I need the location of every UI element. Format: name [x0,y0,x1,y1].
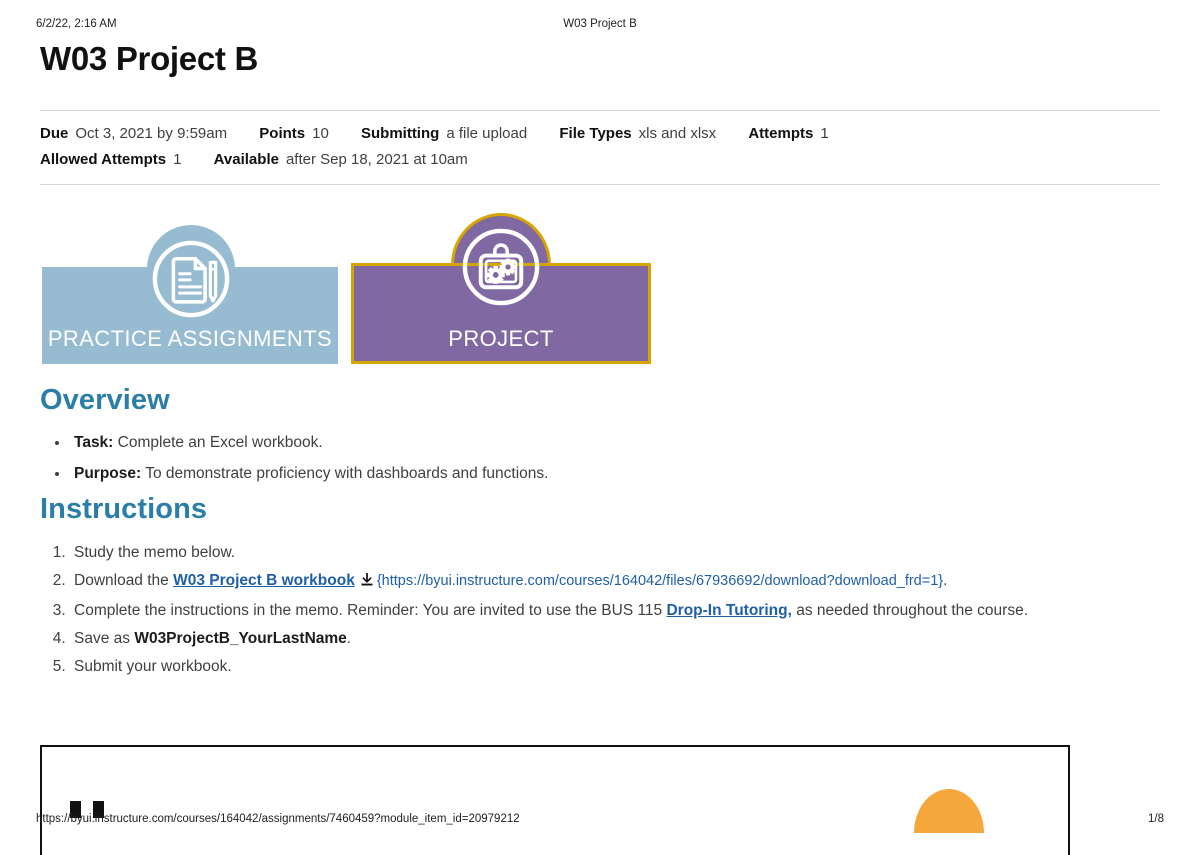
list-item: Purpose: To demonstrate proficiency with… [70,461,970,487]
print-document-title: W03 Project B [0,18,1200,30]
instructions-heading: Instructions [40,493,207,526]
print-footer: https://byui.instructure.com/courses/164… [0,813,1200,829]
overview-task-text: Complete an Excel workbook. [118,434,323,451]
drop-in-tutoring-link[interactable]: Drop-In Tutoring, [666,602,791,619]
download-icon [360,570,374,596]
page-title: W03 Project B [40,40,258,78]
instruction-step-3-suffix: as needed throughout the course. [792,602,1028,619]
instruction-step-2-prefix: Download the [74,572,173,589]
document-pencil-icon [147,235,235,323]
metadata-points-label: Points [259,125,305,142]
overview-heading: Overview [40,384,170,417]
briefcase-gears-icon [457,223,545,311]
metadata-file-types: File Types xls and xlsx [559,121,716,147]
instruction-step-5: Submit your workbook. [74,658,232,675]
practice-tile-label: PRACTICE ASSIGNMENTS [42,326,338,352]
metadata-file-types-label: File Types [559,125,631,142]
metadata-submitting-value: a file upload [446,125,527,142]
instruction-step-2-suffix: . [943,572,947,589]
instructions-list: Study the memo below. Download the W03 P… [40,540,1105,682]
workbook-download-url: {https://byui.instructure.com/courses/16… [377,573,943,589]
metadata-allowed-attempts-value: 1 [173,151,181,168]
metadata-due-label: Due [40,125,68,142]
metadata-available-label: Available [214,151,279,168]
overview-purpose-label: Purpose: [74,465,141,482]
instruction-step-1: Study the memo below. [74,544,235,561]
instruction-step-4-filename: W03ProjectB_YourLastName [134,630,346,647]
metadata-due: Due Oct 3, 2021 by 9:59am [40,121,227,147]
metadata-due-value: Oct 3, 2021 by 9:59am [75,125,227,142]
instruction-step-4-prefix: Save as [74,630,134,647]
instruction-step-3-prefix: Complete the instructions in the memo. R… [74,602,666,619]
metadata-submitting-label: Submitting [361,125,439,142]
metadata-attempts-label: Attempts [748,125,813,142]
overview-purpose-text: To demonstrate proficiency with dashboar… [145,465,548,482]
category-banner: PRACTICE ASSIGNMENTS [42,212,742,364]
metadata-allowed-attempts-label: Allowed Attempts [40,151,166,168]
metadata-attempts-value: 1 [820,125,828,142]
list-item: Study the memo below. [70,540,1105,566]
metadata-row: Due Oct 3, 2021 by 9:59am Points 10 Submit… [40,121,1160,147]
banner-tile-project[interactable]: PROJECT [351,213,651,364]
metadata-available: Available after Sep 18, 2021 at 10am [214,147,468,173]
list-item: Complete the instructions in the memo. R… [70,598,1105,624]
metadata-row: Allowed Attempts 1 Available after Sep 18,… [40,147,1160,173]
metadata-points-value: 10 [312,125,329,142]
list-item: Task: Complete an Excel workbook. [70,430,970,456]
print-footer-url: https://byui.instructure.com/courses/164… [36,813,520,825]
metadata-submitting: Submitting a file upload [361,121,527,147]
memo-box [40,745,1070,855]
metadata-attempts: Attempts 1 [748,121,828,147]
list-item: Submit your workbook. [70,654,1105,680]
banner-tile-practice-assignments[interactable]: PRACTICE ASSIGNMENTS [42,225,338,364]
metadata-points: Points 10 [259,121,329,147]
print-header: 6/2/22, 2:16 AM W03 Project B [0,18,1200,34]
instruction-step-4-suffix: . [347,630,351,647]
overview-task-label: Task: [74,434,113,451]
list-item: Download the W03 Project B workbook {http… [70,568,1105,596]
metadata-available-value: after Sep 18, 2021 at 10am [286,151,468,168]
print-footer-page-number: 1/8 [1148,813,1164,825]
assignment-metadata: Due Oct 3, 2021 by 9:59am Points 10 Submit… [40,110,1160,185]
metadata-allowed-attempts: Allowed Attempts 1 [40,147,181,173]
workbook-download-link[interactable]: W03 Project B workbook [173,572,355,589]
metadata-file-types-value: xls and xlsx [639,125,717,142]
list-item: Save as W03ProjectB_YourLastName. [70,626,1105,652]
overview-list: Task: Complete an Excel workbook. Purpos… [40,430,970,492]
project-tile-label: PROJECT [351,326,651,352]
